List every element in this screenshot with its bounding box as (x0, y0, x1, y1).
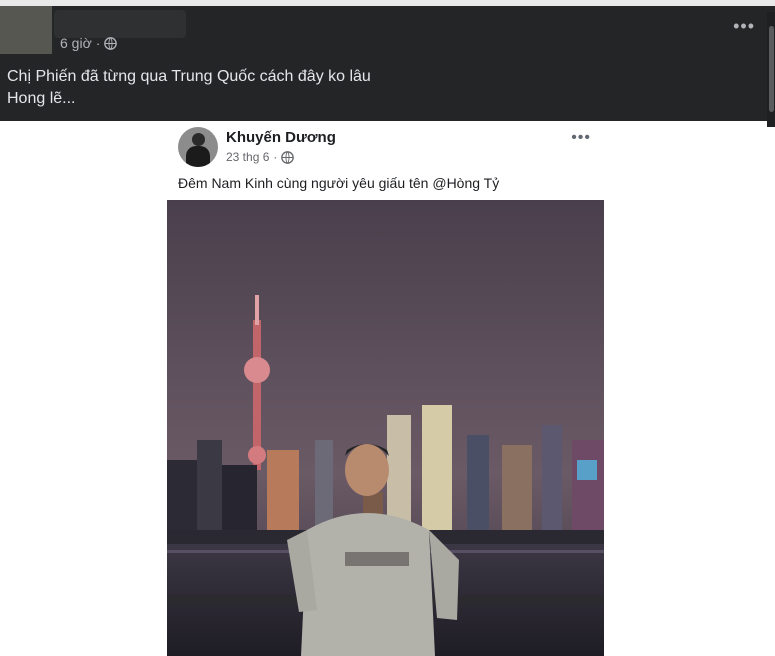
outer-post-text-line: Chị Phiến đã từng qua Trung Quốc cách đâ… (7, 68, 371, 85)
more-options-icon[interactable]: ••• (733, 17, 755, 35)
scrollbar-thumb[interactable] (769, 26, 774, 112)
inner-author-name: Khuyến Dương (226, 129, 336, 146)
embedded-post-screenshot: Khuyến Dương 23 thg 6 · ••• Đêm Nam Kinh… (167, 121, 604, 656)
inner-post-date: 23 thg 6 (226, 150, 270, 164)
outer-post-time[interactable]: 6 giờ (60, 35, 92, 51)
post-photo (167, 200, 604, 656)
dot-separator: · (273, 150, 278, 164)
inner-post-caption: Đêm Nam Kinh cùng người yêu giấu tên @Hò… (178, 175, 500, 191)
globe-icon (281, 150, 295, 164)
outer-author-blurred[interactable] (54, 10, 186, 38)
more-options-icon: ••• (571, 129, 591, 146)
dot-separator: · (95, 35, 101, 51)
inner-avatar (178, 127, 218, 167)
outer-post-text: Chị Phiến đã từng qua Trung Quốc cách đâ… (7, 66, 371, 110)
outer-post: 6 giờ · ••• Chị Phiến đã từng qua Trung … (0, 6, 775, 127)
outer-post-text-line: Hong lẽ... (7, 90, 76, 107)
inner-post-meta: 23 thg 6 · (226, 150, 295, 164)
outer-post-meta: 6 giờ · (60, 35, 118, 51)
outer-avatar[interactable] (0, 6, 52, 54)
globe-icon (104, 36, 118, 50)
scrollbar[interactable] (767, 12, 775, 127)
